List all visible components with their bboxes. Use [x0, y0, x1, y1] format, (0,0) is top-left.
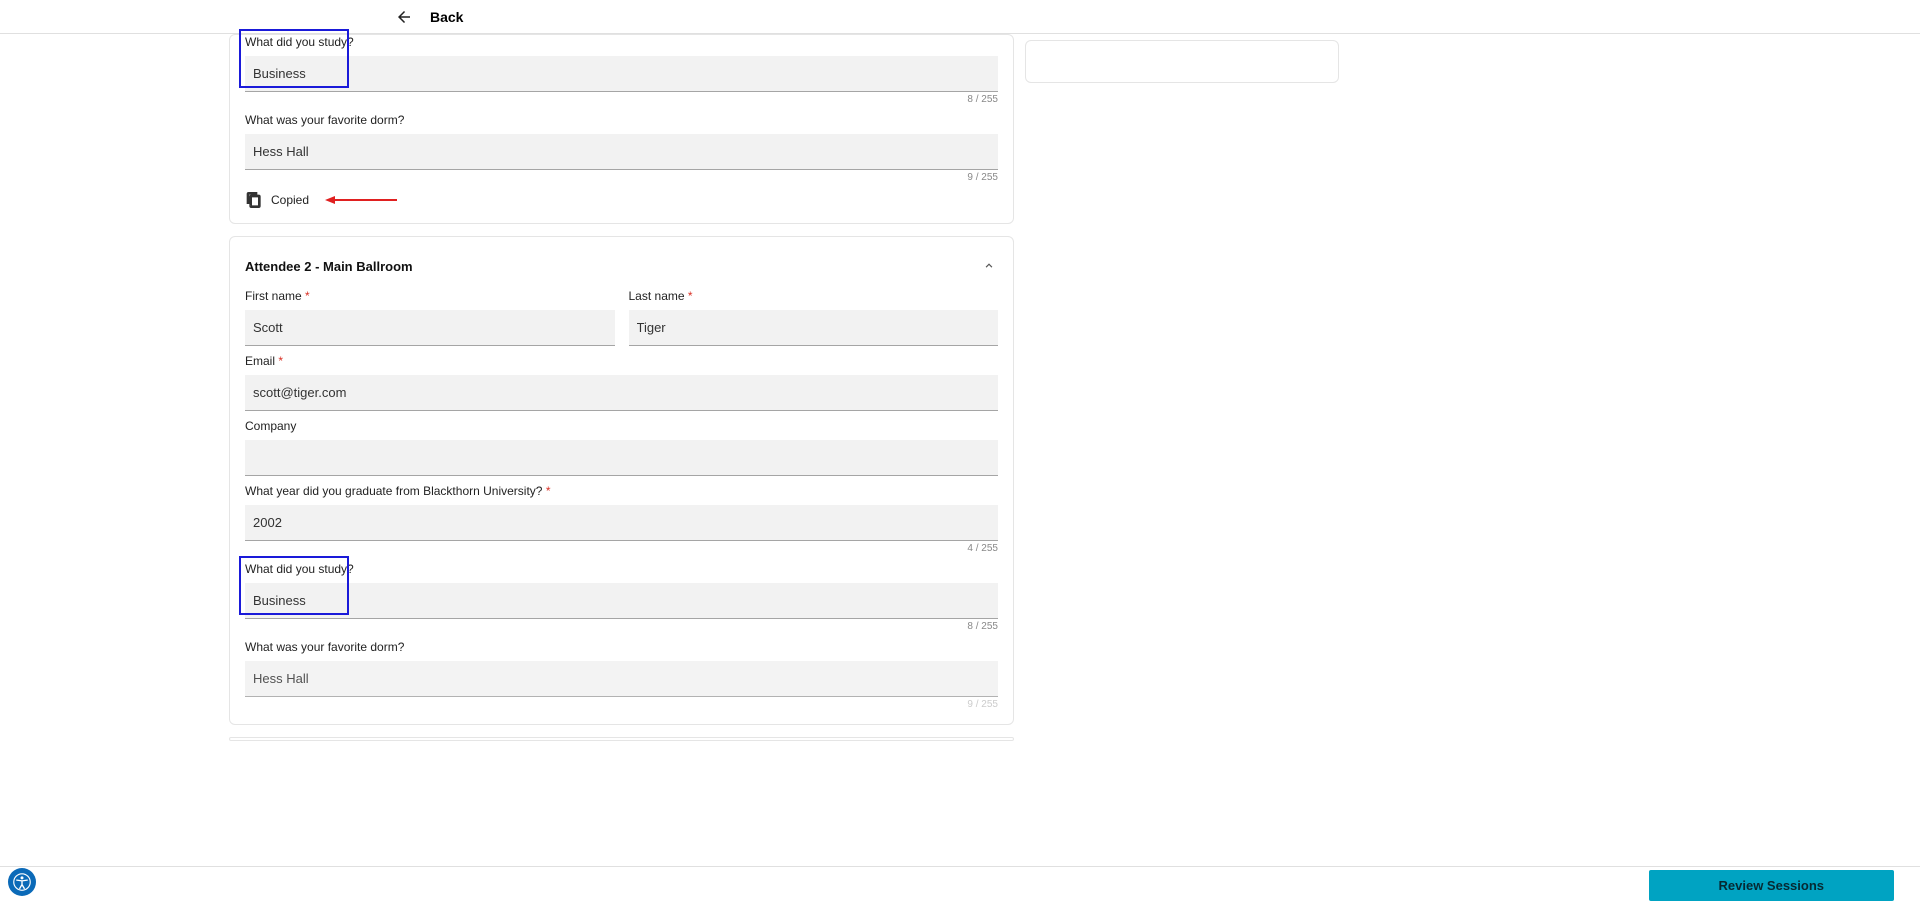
- email-label: Email *: [245, 354, 998, 368]
- grad-year-label: What year did you graduate from Blacktho…: [245, 484, 998, 498]
- page-content: What did you study? 8 / 255 What was you…: [0, 34, 1920, 793]
- company-input[interactable]: [245, 440, 998, 476]
- accessibility-icon[interactable]: [8, 868, 36, 896]
- required-star: *: [546, 484, 551, 498]
- study-counter: 8 / 255: [245, 94, 998, 105]
- company-label: Company: [245, 419, 998, 433]
- dorm-counter-2: 9 / 255: [245, 699, 998, 710]
- last-name-label-text: Last name: [629, 289, 688, 303]
- review-sessions-button[interactable]: Review Sessions: [1649, 870, 1895, 901]
- study-input-2[interactable]: [245, 583, 998, 619]
- grad-year-input[interactable]: [245, 505, 998, 541]
- dorm-field-label: What was your favorite dorm?: [245, 113, 998, 127]
- copied-row: Copied: [245, 191, 998, 209]
- page-header: Back: [0, 0, 1920, 34]
- first-name-input[interactable]: [245, 310, 615, 346]
- page-footer: Review Sessions: [0, 866, 1920, 904]
- grad-year-label-text: What year did you graduate from Blacktho…: [245, 484, 546, 498]
- study-input[interactable]: [245, 56, 998, 92]
- copied-label: Copied: [271, 193, 309, 207]
- attendee-2-header[interactable]: Attendee 2 - Main Ballroom: [230, 237, 1013, 281]
- required-star: *: [305, 289, 310, 303]
- email-label-text: Email: [245, 354, 278, 368]
- dorm-counter: 9 / 255: [245, 172, 998, 183]
- first-name-label-text: First name: [245, 289, 305, 303]
- dorm-input[interactable]: [245, 134, 998, 170]
- chevron-up-icon[interactable]: [980, 257, 998, 275]
- dorm-input-2[interactable]: [245, 661, 998, 697]
- study-label-2: What did you study?: [245, 562, 998, 576]
- attendee-2-card: Attendee 2 - Main Ballroom First name * …: [229, 236, 1014, 725]
- required-star: *: [688, 289, 693, 303]
- email-input[interactable]: [245, 375, 998, 411]
- last-name-label: Last name *: [629, 289, 999, 303]
- attendee-3-card-stub: [229, 737, 1014, 741]
- copy-icon[interactable]: [245, 191, 263, 209]
- study-field-label: What did you study?: [245, 35, 998, 49]
- last-name-input[interactable]: [629, 310, 999, 346]
- dorm-label-2: What was your favorite dorm?: [245, 640, 998, 654]
- sidebar-summary-card: [1025, 40, 1339, 83]
- first-name-label: First name *: [245, 289, 615, 303]
- annotation-arrow-icon: [325, 193, 397, 208]
- study-counter-2: 8 / 255: [245, 621, 998, 632]
- required-star: *: [278, 354, 283, 368]
- attendee-2-title: Attendee 2 - Main Ballroom: [245, 259, 413, 274]
- grad-year-counter: 4 / 255: [245, 543, 998, 554]
- attendee-1-card: What did you study? 8 / 255 What was you…: [229, 34, 1014, 224]
- back-arrow-icon[interactable]: [394, 7, 414, 27]
- back-button-label[interactable]: Back: [430, 9, 463, 25]
